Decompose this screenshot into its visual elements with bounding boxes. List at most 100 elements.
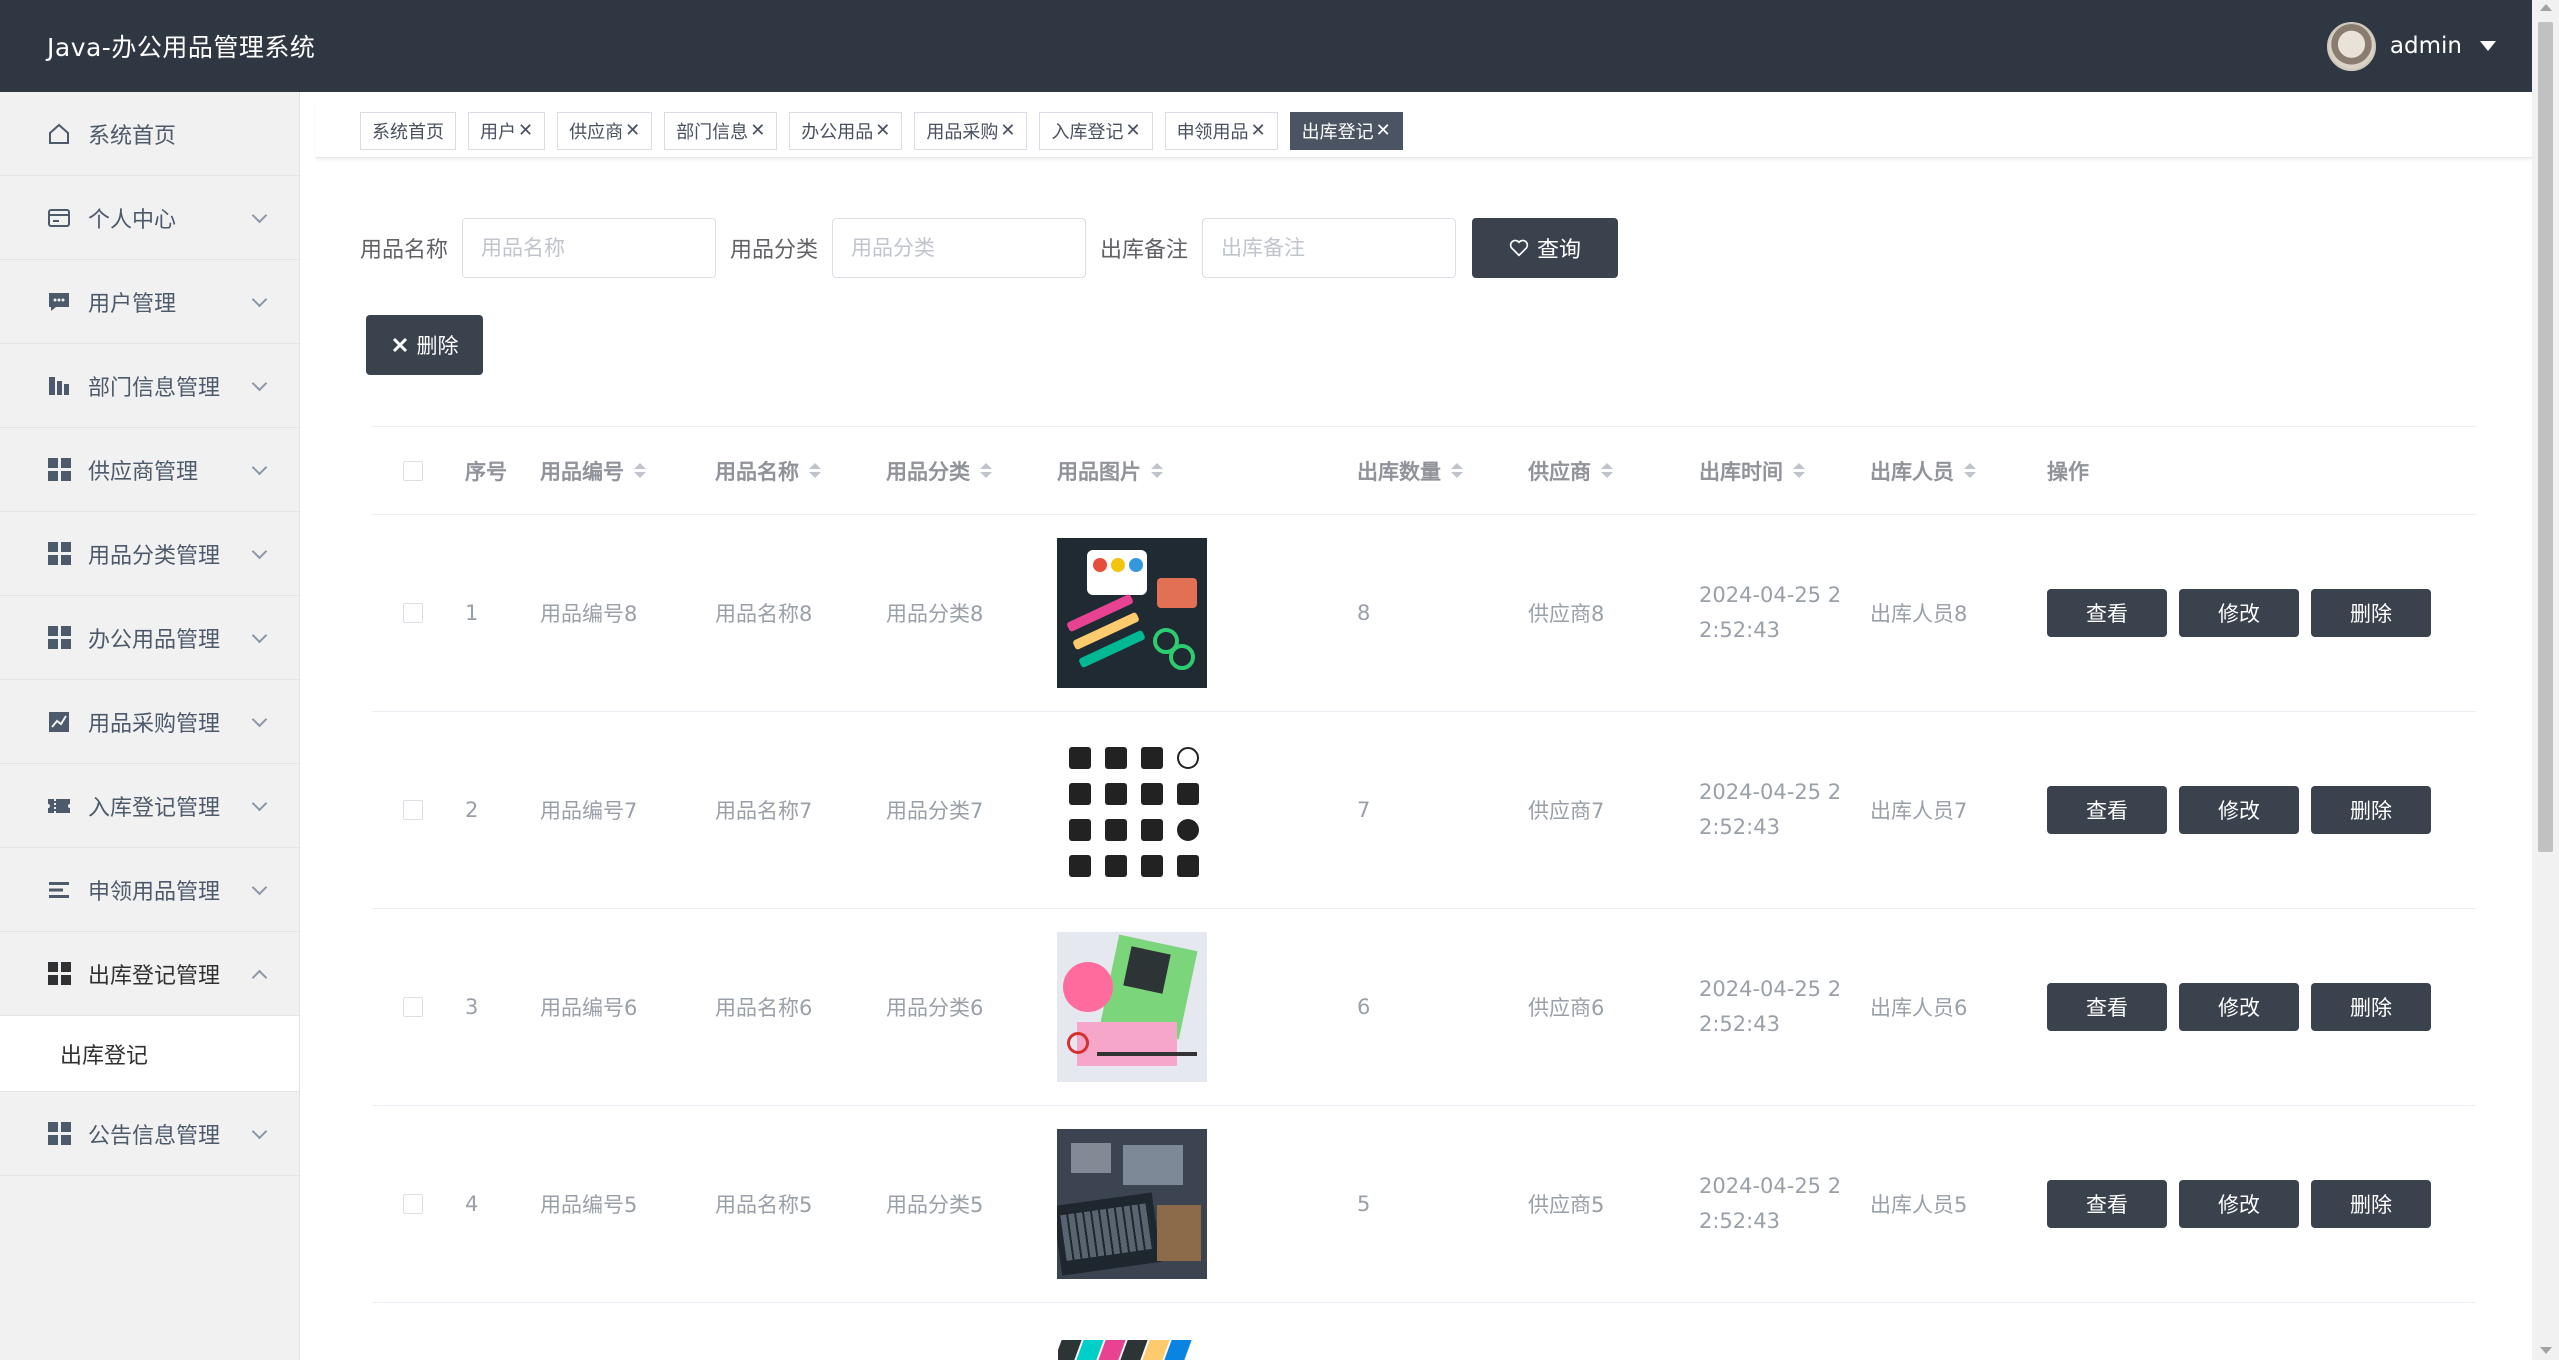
tab-home[interactable]: 系统首页 bbox=[360, 111, 456, 150]
sidebar-item-label: 办公用品管理 bbox=[88, 627, 221, 653]
sidebar-item-outbound[interactable]: 出库登记管理 bbox=[0, 932, 299, 1016]
scrollbar-thumb[interactable] bbox=[2538, 22, 2553, 852]
sidebar-item-suppliers[interactable]: 供应商管理 bbox=[0, 428, 299, 512]
close-icon[interactable]: ✕ bbox=[518, 120, 533, 141]
sort-icon[interactable] bbox=[1793, 463, 1805, 478]
cell-idx: 4 bbox=[465, 1192, 479, 1216]
cell-name: 用品名称8 bbox=[715, 602, 813, 626]
sort-icon[interactable] bbox=[980, 463, 992, 478]
name-search-input[interactable] bbox=[462, 218, 717, 278]
header-image[interactable]: 用品图片 bbox=[1057, 456, 1357, 486]
sort-icon[interactable] bbox=[809, 463, 821, 478]
tab-users[interactable]: 用户 ✕ bbox=[468, 111, 546, 150]
sidebar-item-label: 用品分类管理 bbox=[88, 543, 221, 569]
header-supplier[interactable]: 供应商 bbox=[1528, 456, 1699, 486]
header-person[interactable]: 出库人员 bbox=[1870, 456, 2041, 486]
edit-button[interactable]: 修改 bbox=[2179, 983, 2299, 1031]
sidebar-item-label: 出库登记管理 bbox=[88, 963, 221, 989]
sidebar-item-label: 入库登记管理 bbox=[88, 795, 221, 821]
page-scrollbar[interactable] bbox=[2532, 0, 2559, 1360]
tab-departments[interactable]: 部门信息 ✕ bbox=[664, 111, 778, 150]
row-checkbox[interactable] bbox=[402, 997, 423, 1017]
view-button[interactable]: 查看 bbox=[2047, 786, 2167, 834]
sidebar-item-home[interactable]: 系统首页 bbox=[0, 92, 299, 176]
header-qty[interactable]: 出库数量 bbox=[1357, 456, 1528, 486]
query-button[interactable]: 查询 bbox=[1472, 218, 1619, 278]
sort-icon[interactable] bbox=[634, 463, 646, 478]
close-icon[interactable]: ✕ bbox=[1376, 120, 1391, 141]
header-code[interactable]: 用品编号 bbox=[540, 456, 715, 486]
close-icon[interactable]: ✕ bbox=[750, 120, 765, 141]
sidebar-item-requisitions[interactable]: 申领用品管理 bbox=[0, 848, 299, 932]
tab-requisitions[interactable]: 申领用品 ✕ bbox=[1164, 111, 1278, 150]
scroll-down-arrow-icon[interactable] bbox=[2540, 1347, 2552, 1354]
row-checkbox[interactable] bbox=[402, 603, 423, 623]
select-all-checkbox[interactable] bbox=[402, 460, 423, 481]
building-icon bbox=[46, 373, 72, 399]
user-menu[interactable]: admin bbox=[2326, 21, 2496, 71]
sort-icon[interactable] bbox=[1451, 463, 1463, 478]
tab-purchases[interactable]: 用品采购 ✕ bbox=[914, 111, 1028, 150]
category-search-input[interactable] bbox=[832, 218, 1087, 278]
sidebar-item-inbound[interactable]: 入库登记管理 bbox=[0, 764, 299, 848]
sidebar-item-notices[interactable]: 公告信息管理 bbox=[0, 1092, 299, 1176]
category-label: 用品分类 bbox=[730, 238, 819, 263]
edit-button[interactable]: 修改 bbox=[2179, 589, 2299, 637]
delete-button[interactable]: 删除 bbox=[2311, 1180, 2431, 1228]
header-time[interactable]: 出库时间 bbox=[1699, 456, 1870, 486]
batch-delete-button[interactable]: 删除 bbox=[366, 315, 483, 375]
sidebar-item-label: 申领用品管理 bbox=[88, 879, 221, 905]
product-image[interactable] bbox=[1057, 538, 1207, 688]
view-button[interactable]: 查看 bbox=[2047, 983, 2167, 1031]
tab-outbound[interactable]: 出库登记 ✕ bbox=[1289, 111, 1403, 150]
cell-code: 用品编号7 bbox=[540, 799, 638, 823]
cell-qty: 7 bbox=[1357, 798, 1371, 822]
tab-inbound[interactable]: 入库登记 ✕ bbox=[1039, 111, 1153, 150]
ticket-icon bbox=[46, 793, 72, 819]
sidebar-item-users[interactable]: 用户管理 bbox=[0, 260, 299, 344]
close-icon bbox=[392, 337, 407, 353]
cell-supplier: 供应商8 bbox=[1528, 602, 1605, 626]
sort-icon[interactable] bbox=[1601, 463, 1613, 478]
sidebar-item-departments[interactable]: 部门信息管理 bbox=[0, 344, 299, 428]
close-icon[interactable]: ✕ bbox=[1125, 120, 1140, 141]
sidebar-item-categories[interactable]: 用品分类管理 bbox=[0, 512, 299, 596]
sidebar-item-profile[interactable]: 个人中心 bbox=[0, 176, 299, 260]
edit-button[interactable]: 修改 bbox=[2179, 1180, 2299, 1228]
sort-icon[interactable] bbox=[1964, 463, 1976, 478]
product-image[interactable] bbox=[1057, 735, 1207, 885]
remark-search-input[interactable] bbox=[1202, 218, 1457, 278]
sidebar-item-purchases[interactable]: 用品采购管理 bbox=[0, 680, 299, 764]
outbound-table: 序号 用品编号 用品名称 用品分类 用品图片 出库数量 供应商 出库时间 出库人… bbox=[372, 426, 2476, 1303]
tab-suppliers[interactable]: 供应商 ✕ bbox=[557, 111, 653, 150]
tab-supplies[interactable]: 办公用品 ✕ bbox=[789, 111, 903, 150]
sidebar-item-supplies[interactable]: 办公用品管理 bbox=[0, 596, 299, 680]
delete-button[interactable]: 删除 bbox=[2311, 589, 2431, 637]
close-icon[interactable]: ✕ bbox=[875, 120, 890, 141]
header-name[interactable]: 用品名称 bbox=[715, 456, 886, 486]
username[interactable]: admin bbox=[2390, 33, 2462, 59]
header-category[interactable]: 用品分类 bbox=[886, 456, 1057, 486]
close-icon[interactable]: ✕ bbox=[625, 120, 640, 141]
cell-supplier: 供应商6 bbox=[1528, 996, 1605, 1020]
product-image[interactable] bbox=[1057, 932, 1207, 1082]
avatar[interactable] bbox=[2326, 21, 2376, 71]
scroll-up-arrow-icon[interactable] bbox=[2540, 4, 2552, 11]
view-button[interactable]: 查看 bbox=[2047, 1180, 2167, 1228]
row-checkbox[interactable] bbox=[402, 1194, 423, 1214]
table-row: 1 用品编号8 用品名称8 用品分类8 8 供应商8 2024-04-25 22… bbox=[372, 515, 2476, 712]
product-image[interactable] bbox=[1057, 1129, 1207, 1279]
cell-name: 用品名称7 bbox=[715, 799, 813, 823]
close-icon[interactable]: ✕ bbox=[1000, 120, 1015, 141]
chevron-down-icon bbox=[251, 795, 268, 812]
close-icon[interactable]: ✕ bbox=[1251, 120, 1266, 141]
view-button[interactable]: 查看 bbox=[2047, 589, 2167, 637]
caret-down-icon[interactable] bbox=[2480, 41, 2496, 51]
edit-button[interactable]: 修改 bbox=[2179, 786, 2299, 834]
delete-button[interactable]: 删除 bbox=[2311, 786, 2431, 834]
sort-icon[interactable] bbox=[1151, 463, 1163, 478]
row-checkbox[interactable] bbox=[402, 800, 423, 820]
delete-button[interactable]: 删除 bbox=[2311, 983, 2431, 1031]
sidebar-subitem-outbound-register[interactable]: 出库登记 bbox=[0, 1016, 299, 1092]
heart-icon bbox=[1509, 239, 1529, 257]
